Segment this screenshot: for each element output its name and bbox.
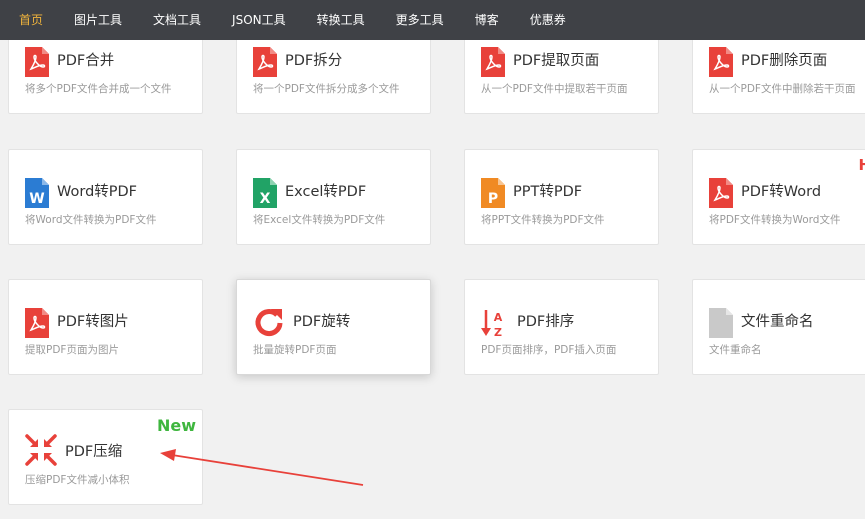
- card-pdf-to-word[interactable]: H PDF转Word 将PDF文件转换为Word文件: [692, 149, 865, 245]
- card-title: PDF压缩: [65, 444, 123, 460]
- card-word-to-pdf[interactable]: W Word转PDF 将Word文件转换为PDF文件: [8, 149, 203, 245]
- card-description: 将Excel文件转换为PDF文件: [253, 214, 386, 226]
- card-title: PDF转Word: [741, 184, 822, 200]
- rotate-icon: [253, 306, 285, 338]
- card-title: PDF排序: [517, 314, 575, 330]
- card-title: Word转PDF: [57, 184, 138, 200]
- card-description: 将一个PDF文件拆分成多个文件: [253, 83, 400, 95]
- pdf-icon: [25, 308, 49, 338]
- card-description: 文件重命名: [709, 344, 762, 356]
- card-description: 将PDF文件转换为Word文件: [709, 214, 841, 226]
- card-title: PDF提取页面: [513, 53, 600, 69]
- hot-badge: H: [858, 156, 865, 174]
- card-description: 批量旋转PDF页面: [253, 344, 337, 356]
- top-nav: 首页 图片工具 文档工具 JSON工具 转换工具 更多工具 博客 优惠券: [0, 0, 865, 40]
- card-excel-to-pdf[interactable]: X Excel转PDF 将Excel文件转换为PDF文件: [236, 149, 431, 245]
- card-description: PDF页面排序，PDF插入页面: [481, 344, 617, 356]
- card-pdf-compress[interactable]: New PDF压缩 压缩PDF文件减小体积: [8, 409, 203, 505]
- pdf-icon: [709, 47, 733, 77]
- compress-icon: [25, 434, 57, 466]
- card-title: Excel转PDF: [285, 184, 367, 200]
- card-pdf-rotate[interactable]: PDF旋转 批量旋转PDF页面: [236, 279, 431, 375]
- nav-blog[interactable]: 博客: [475, 0, 499, 40]
- svg-text:W: W: [29, 191, 44, 207]
- tool-grid: PDF合并 将多个PDF文件合并成一个文件 PDF拆分 将一个PDF文件拆分成多…: [0, 0, 865, 519]
- card-pdf-sort[interactable]: AZ PDF排序 PDF页面排序，PDF插入页面: [464, 279, 659, 375]
- svg-text:Z: Z: [494, 326, 502, 338]
- svg-text:A: A: [494, 311, 503, 324]
- card-description: 从一个PDF文件中删除若干页面: [709, 83, 856, 95]
- card-title: PDF拆分: [285, 53, 343, 69]
- word-icon: W: [25, 178, 49, 208]
- file-icon: [709, 308, 733, 338]
- svg-text:X: X: [260, 191, 271, 207]
- card-title: PPT转PDF: [513, 184, 583, 200]
- ppt-icon: P: [481, 178, 505, 208]
- card-title: PDF转图片: [57, 314, 129, 330]
- card-pdf-to-image[interactable]: PDF转图片 提取PDF页面为图片: [8, 279, 203, 375]
- pdf-icon: [709, 178, 733, 208]
- card-ppt-to-pdf[interactable]: P PPT转PDF 将PPT文件转换为PDF文件: [464, 149, 659, 245]
- pdf-icon: [253, 47, 277, 77]
- svg-text:P: P: [488, 191, 498, 207]
- sort-az-icon: AZ: [481, 308, 505, 338]
- nav-json-tools[interactable]: JSON工具: [232, 0, 286, 40]
- card-title: PDF旋转: [293, 314, 351, 330]
- card-title: PDF删除页面: [741, 53, 828, 69]
- nav-more-tools[interactable]: 更多工具: [396, 0, 444, 40]
- nav-doc-tools[interactable]: 文档工具: [153, 0, 201, 40]
- nav-image-tools[interactable]: 图片工具: [74, 0, 122, 40]
- card-description: 从一个PDF文件中提取若干页面: [481, 83, 628, 95]
- card-description: 提取PDF页面为图片: [25, 344, 119, 356]
- nav-coupons[interactable]: 优惠券: [530, 0, 566, 40]
- nav-home[interactable]: 首页: [19, 0, 43, 40]
- pdf-icon: [25, 47, 49, 77]
- card-description: 将PPT文件转换为PDF文件: [481, 214, 605, 226]
- card-description: 将多个PDF文件合并成一个文件: [25, 83, 172, 95]
- card-file-rename[interactable]: 文件重命名 文件重命名: [692, 279, 865, 375]
- nav-convert-tools[interactable]: 转换工具: [317, 0, 365, 40]
- card-description: 将Word文件转换为PDF文件: [25, 214, 157, 226]
- card-description: 压缩PDF文件减小体积: [25, 474, 130, 486]
- pdf-icon: [481, 47, 505, 77]
- card-title: 文件重命名: [741, 314, 814, 330]
- excel-icon: X: [253, 178, 277, 208]
- card-title: PDF合并: [57, 53, 115, 69]
- new-badge: New: [156, 416, 196, 435]
